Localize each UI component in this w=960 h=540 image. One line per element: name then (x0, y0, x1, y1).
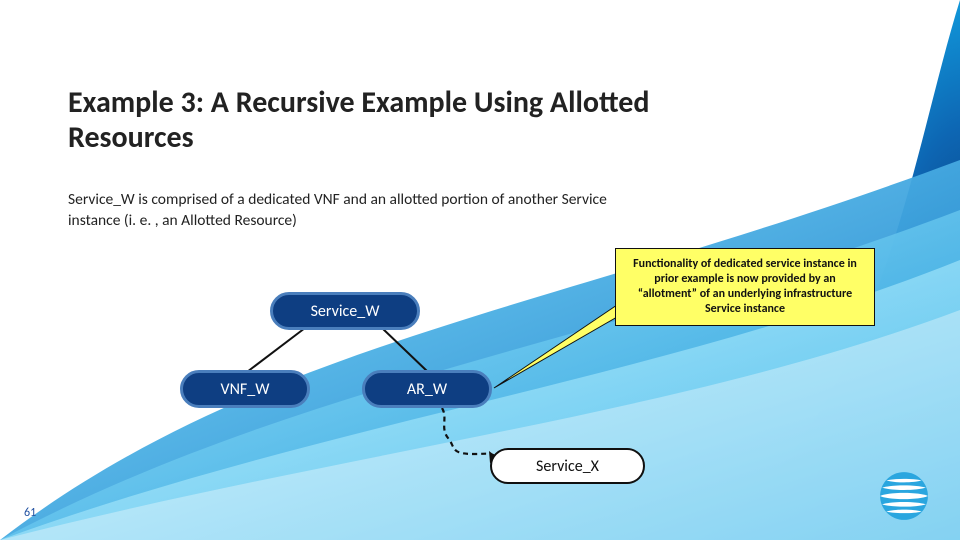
node-vnf-w: VNF_W (180, 370, 310, 408)
node-service-x: Service_X (490, 448, 645, 484)
slide: Example 3: A Recursive Example Using All… (0, 0, 960, 540)
node-service-w: Service_W (270, 292, 420, 330)
node-label: AR_W (407, 380, 447, 399)
page-number: 61 (24, 506, 36, 520)
slide-subtitle: Service_W is comprised of a dedicated VN… (68, 190, 618, 232)
node-label: Service_W (311, 302, 380, 321)
att-logo-icon (878, 470, 930, 522)
node-label: Service_X (536, 457, 599, 476)
node-label: VNF_W (221, 380, 270, 399)
node-ar-w: AR_W (362, 370, 492, 408)
callout-note: Functionality of dedicated service insta… (615, 248, 875, 326)
slide-title: Example 3: A Recursive Example Using All… (68, 85, 708, 156)
